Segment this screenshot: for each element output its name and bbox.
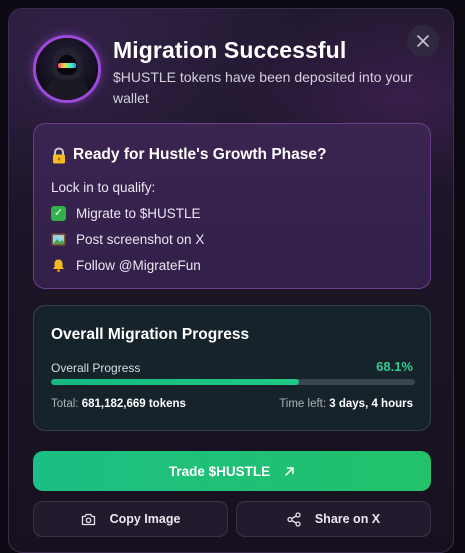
progress-label: Overall Progress <box>51 361 141 375</box>
share-on-x-label: Share on X <box>314 512 381 526</box>
task-post-screenshot: Post screenshot on X <box>51 232 204 247</box>
task-label: Post screenshot on X <box>76 232 205 247</box>
total-tokens: Total: 681,182,669 tokens <box>51 398 186 410</box>
share-icon <box>287 511 301 527</box>
task-migrate: ✓ Migrate to $HUSTLE <box>51 206 201 221</box>
time-value: 3 days, 4 hours <box>329 398 413 410</box>
trade-button-label: Trade $HUSTLE <box>168 463 271 479</box>
total-label: Total: <box>51 398 79 410</box>
progress-title: Overall Migration Progress <box>51 326 250 343</box>
task-label: Follow @MigrateFun <box>76 258 201 273</box>
camera-icon <box>81 513 95 525</box>
lock-icon <box>53 146 65 163</box>
close-button[interactable] <box>407 25 439 57</box>
close-icon <box>417 35 429 47</box>
picture-icon <box>51 233 66 246</box>
growth-phase-title: Ready for Hustle's Growth Phase? <box>73 146 327 163</box>
trade-button[interactable]: Trade $HUSTLE <box>33 451 431 491</box>
growth-phase-card: Ready for Hustle's Growth Phase? Lock in… <box>33 123 431 289</box>
avatar <box>33 35 101 103</box>
growth-phase-heading: Ready for Hustle's Growth Phase? <box>51 146 326 164</box>
migration-progress-card: Overall Migration Progress Overall Progr… <box>33 305 431 431</box>
task-follow: Follow @MigrateFun <box>51 258 201 273</box>
progress-bar <box>51 379 415 385</box>
page-title: Migration Successful <box>113 37 347 63</box>
growth-phase-lead: Lock in to qualify: <box>51 180 156 195</box>
migration-success-modal: Migration Successful $HUSTLE tokens have… <box>8 8 454 553</box>
external-arrow-icon <box>285 466 294 476</box>
total-value: 681,182,669 tokens <box>81 398 186 410</box>
bell-icon <box>53 259 64 273</box>
copy-image-label: Copy Image <box>109 512 181 526</box>
share-on-x-button[interactable]: Share on X <box>236 501 431 537</box>
copy-image-button[interactable]: Copy Image <box>33 501 228 537</box>
page-subtitle: $HUSTLE tokens have been deposited into … <box>113 69 413 106</box>
time-label: Time left: <box>279 398 327 410</box>
hooded-figure-icon <box>36 38 98 100</box>
task-label: Migrate to $HUSTLE <box>76 206 201 221</box>
progress-percent: 68.1% <box>376 359 413 374</box>
check-box-icon: ✓ <box>51 206 66 221</box>
time-left: Time left: 3 days, 4 hours <box>279 398 413 410</box>
progress-bar-fill <box>51 379 299 385</box>
